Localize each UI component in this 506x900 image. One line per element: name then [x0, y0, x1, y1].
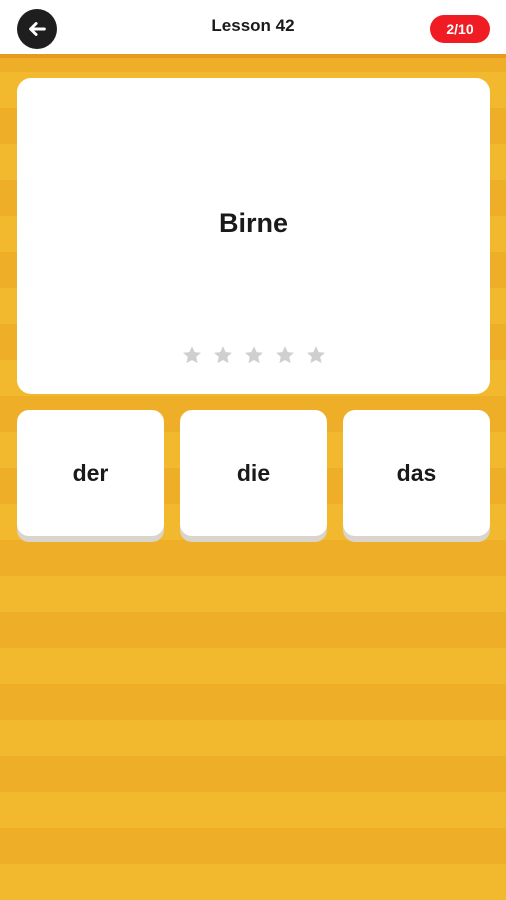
answer-die-button[interactable]: die [180, 410, 327, 536]
answer-options: der die das [17, 410, 490, 538]
answer-der-button[interactable]: der [17, 410, 164, 536]
word-card: Birne [17, 78, 490, 394]
star-icon [274, 344, 296, 366]
star-icon [181, 344, 203, 366]
star-icon [243, 344, 265, 366]
word-prompt: Birne [218, 208, 289, 238]
answer-das-button[interactable]: das [343, 410, 490, 536]
star-icon [212, 344, 234, 366]
top-bar: Lesson 42 2/10 [0, 0, 506, 58]
progress-badge: 2/10 [430, 15, 490, 43]
star-icon [305, 344, 327, 366]
star-rating [17, 344, 490, 366]
